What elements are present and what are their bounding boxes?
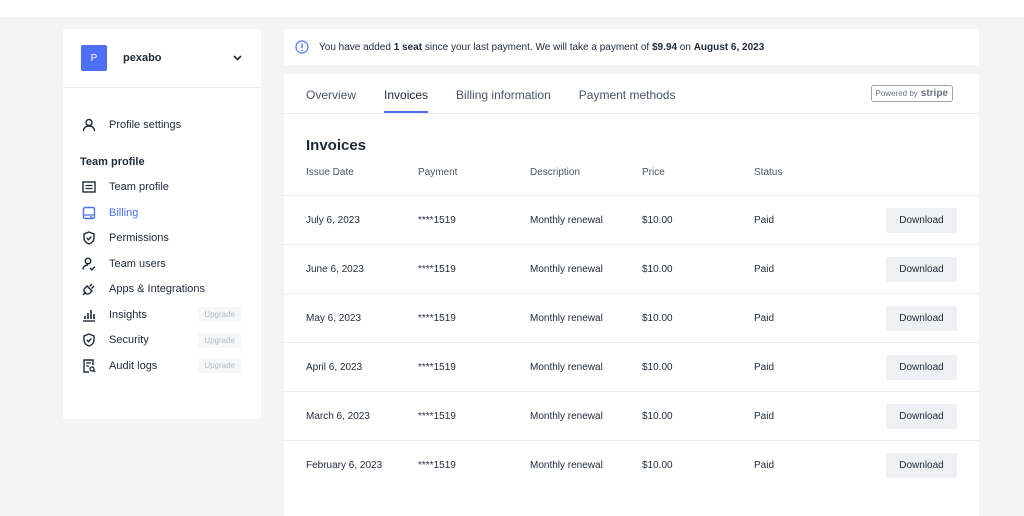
invoices-title: Invoices [306, 137, 367, 154]
description-cell: Monthly renewal [530, 410, 603, 422]
team-avatar: P [81, 45, 107, 71]
payment-cell: ****1519 [418, 460, 456, 471]
table-row: June 6, 2023 ****1519 Monthly renewal $1… [284, 245, 979, 294]
download-button[interactable]: Download [886, 207, 957, 233]
tab-billing-information[interactable]: Billing information [456, 88, 551, 113]
price-cell: $10.00 [642, 312, 673, 324]
sidebar-item-label: Profile settings [109, 118, 182, 131]
team-switcher[interactable]: P pexabo [63, 29, 261, 88]
price-cell: $10.00 [642, 410, 673, 422]
info-icon [295, 40, 309, 54]
issue-date-cell: May 6, 2023 [306, 312, 362, 324]
description-cell: Monthly renewal [530, 361, 603, 373]
user-icon [81, 117, 97, 133]
upgrade-badge[interactable]: Upgrade [198, 358, 241, 374]
sidebar-item-profile-settings[interactable]: Profile settings [63, 112, 261, 138]
download-button[interactable]: Download [886, 256, 957, 282]
price-cell: $10.00 [642, 214, 673, 226]
sidebar-item-team-users[interactable]: Team users [63, 251, 261, 277]
download-button[interactable]: Download [886, 453, 957, 478]
issue-date-cell: February 6, 2023 [306, 460, 383, 471]
sidebar-item-label: Audit logs [109, 359, 158, 372]
status-cell: Paid [754, 460, 775, 471]
status-cell: Paid [754, 312, 775, 324]
table-row: May 6, 2023 ****1519 Monthly renewal $10… [284, 294, 979, 343]
column-header-issue-date: Issue Date [306, 167, 354, 178]
payment-cell: ****1519 [418, 263, 456, 275]
table-row: February 6, 2023 ****1519 Monthly renewa… [284, 441, 979, 490]
table-row: March 6, 2023 ****1519 Monthly renewal $… [284, 392, 979, 441]
sidebar-item-team-profile[interactable]: Team profile [63, 175, 261, 201]
payment-cell: ****1519 [418, 312, 456, 324]
sidebar-item-label: Team profile [109, 181, 169, 194]
invoices-table: Issue Date Payment Description Price Sta… [284, 167, 979, 490]
column-header-description: Description [530, 167, 581, 178]
tab-invoices[interactable]: Invoices [384, 88, 429, 113]
seat-payment-notice: You have added 1 seat since your last pa… [284, 29, 979, 65]
issue-date-cell: March 6, 2023 [306, 410, 370, 422]
chevron-down-icon[interactable] [231, 52, 243, 64]
sidebar-item-label: Team users [109, 257, 166, 270]
sidebar-item-permissions[interactable]: Permissions [63, 226, 261, 252]
price-cell: $10.00 [642, 361, 673, 373]
column-header-price: Price [642, 167, 665, 178]
description-cell: Monthly renewal [530, 263, 603, 275]
sidebar-item-label: Insights [109, 308, 147, 321]
sidebar-item-billing[interactable]: Billing [63, 200, 261, 226]
tab-overview[interactable]: Overview [306, 88, 356, 113]
column-header-status: Status [754, 167, 783, 178]
download-button[interactable]: Download [886, 403, 957, 429]
table-row: July 6, 2023 ****1519 Monthly renewal $1… [284, 196, 979, 245]
sidebar-item-insights[interactable]: Insights Upgrade [63, 302, 261, 328]
column-header-payment: Payment [418, 167, 458, 178]
sidebar: P pexabo Profile settings Team profile T… [63, 29, 261, 419]
tab-payment-methods[interactable]: Payment methods [579, 88, 676, 113]
notice-text: You have added 1 seat since your last pa… [319, 41, 765, 53]
bar-chart-icon [81, 307, 97, 323]
plug-icon [81, 281, 97, 297]
download-button[interactable]: Download [886, 354, 957, 380]
team-name: pexabo [123, 52, 162, 64]
status-cell: Paid [754, 263, 775, 275]
sidebar-item-label: Apps & Integrations [109, 283, 206, 296]
payment-cell: ****1519 [418, 214, 456, 226]
billing-icon [81, 205, 97, 221]
billing-panel: Overview Invoices Billing information Pa… [284, 74, 979, 516]
shield-check-icon [81, 230, 97, 246]
sidebar-section-title: Team profile [80, 155, 145, 168]
status-cell: Paid [754, 214, 775, 226]
user-check-icon [81, 256, 97, 272]
table-row: April 6, 2023 ****1519 Monthly renewal $… [284, 343, 979, 392]
status-cell: Paid [754, 361, 775, 373]
sidebar-item-label: Security [109, 334, 149, 347]
payment-cell: ****1519 [418, 361, 456, 373]
description-cell: Monthly renewal [530, 214, 603, 226]
status-cell: Paid [754, 410, 775, 422]
file-search-icon [81, 358, 97, 374]
sidebar-item-security[interactable]: Security Upgrade [63, 328, 261, 354]
price-cell: $10.00 [642, 460, 673, 471]
id-card-icon [81, 179, 97, 195]
table-header: Issue Date Payment Description Price Sta… [284, 167, 979, 196]
description-cell: Monthly renewal [530, 460, 603, 471]
sidebar-item-label: Billing [109, 206, 139, 219]
billing-tabs: Overview Invoices Billing information Pa… [284, 74, 979, 114]
sidebar-item-label: Permissions [109, 232, 169, 245]
payment-cell: ****1519 [418, 410, 456, 422]
shield-icon [81, 332, 97, 348]
powered-by-stripe-badge: Powered by stripe [870, 85, 953, 102]
upgrade-badge[interactable]: Upgrade [198, 307, 241, 323]
price-cell: $10.00 [642, 263, 673, 275]
download-button[interactable]: Download [886, 305, 957, 331]
description-cell: Monthly renewal [530, 312, 603, 324]
sidebar-item-audit-logs[interactable]: Audit logs Upgrade [63, 353, 261, 379]
sidebar-item-apps-integrations[interactable]: Apps & Integrations [63, 277, 261, 303]
issue-date-cell: April 6, 2023 [306, 361, 363, 373]
upgrade-badge[interactable]: Upgrade [198, 332, 241, 348]
issue-date-cell: July 6, 2023 [306, 214, 360, 226]
issue-date-cell: June 6, 2023 [306, 263, 364, 275]
